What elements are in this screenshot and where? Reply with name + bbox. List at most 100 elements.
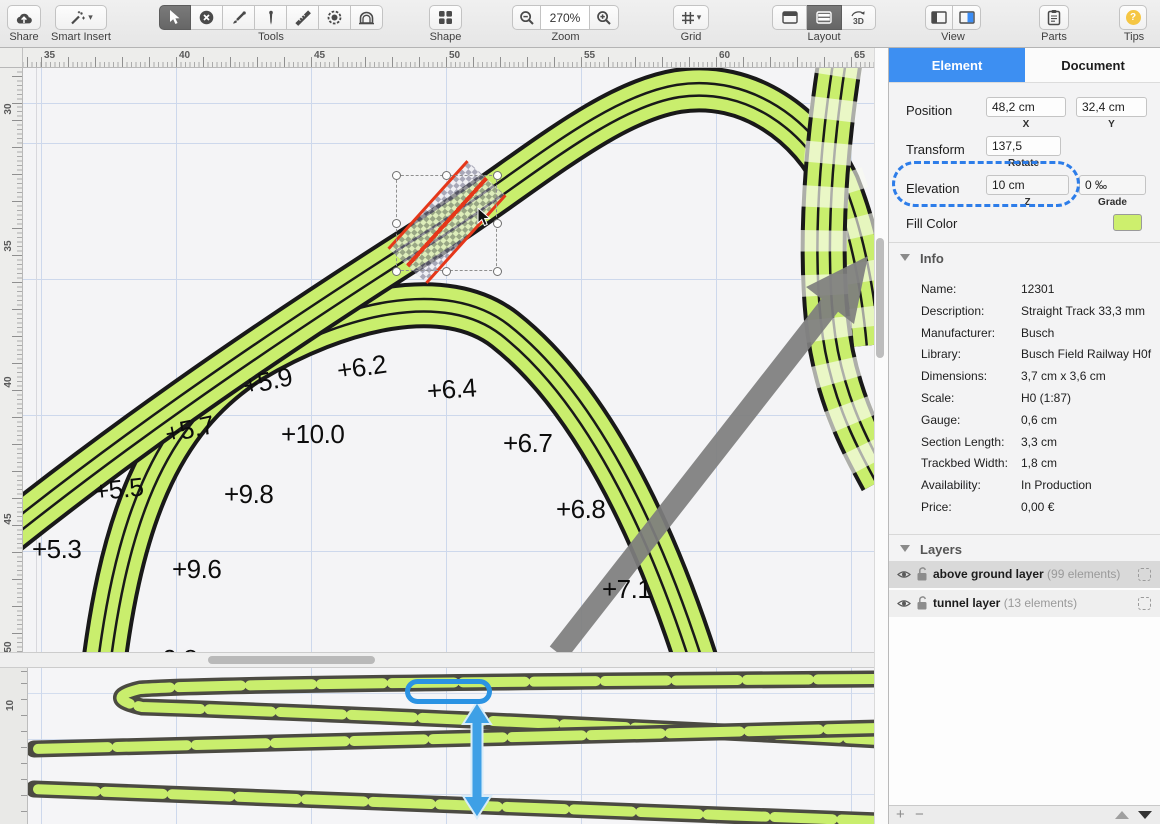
shape-button[interactable] — [429, 5, 462, 30]
move-layer-down-button[interactable] — [1138, 811, 1152, 819]
ruler-number: 40 — [3, 374, 17, 390]
ruler-number: 65 — [854, 50, 865, 61]
elevation-drag-arrow[interactable] — [463, 702, 491, 818]
parts-button[interactable] — [1039, 5, 1069, 30]
position-x-input[interactable] — [986, 97, 1066, 117]
ruler-corner — [0, 48, 23, 68]
horizontal-scrollbar-thumb[interactable] — [208, 656, 375, 664]
info-disclosure-triangle[interactable] — [900, 254, 910, 261]
layout-3d-button[interactable]: 3D — [842, 5, 876, 30]
info-value: 3,3 cm — [1021, 435, 1057, 449]
elevation-label: +7.1 — [602, 574, 651, 605]
tab-document[interactable]: Document — [1025, 48, 1160, 83]
measure-tool-button[interactable] — [287, 5, 319, 30]
tools-group: Tools — [159, 0, 383, 48]
layout-label: Layout — [772, 31, 876, 43]
eye-icon[interactable] — [897, 598, 911, 609]
position-label: Position — [906, 103, 952, 118]
unlock-icon[interactable] — [916, 566, 929, 582]
add-layer-button[interactable]: + — [896, 806, 905, 823]
info-row: Scale: H0 (1:87) — [889, 387, 1160, 409]
panel-bottom-bar: + − — [889, 805, 1160, 824]
eyedropper-tool-button[interactable] — [255, 5, 287, 30]
view-left-panel-button[interactable] — [925, 5, 953, 30]
divider — [889, 242, 1160, 243]
selection-handle[interactable] — [392, 219, 401, 228]
layers-disclosure-triangle[interactable] — [900, 545, 910, 552]
select-tool-button[interactable] — [159, 5, 191, 30]
window-top-bar-icon — [782, 11, 798, 24]
grade-input[interactable] — [1079, 175, 1146, 195]
magic-wand-icon — [69, 10, 86, 26]
profile-track-band — [34, 728, 874, 749]
info-row: Section Length: 3,3 cm — [889, 431, 1160, 453]
layout-single-button[interactable] — [772, 5, 807, 30]
layer-name: above ground layer (99 elements) — [933, 567, 1120, 581]
info-label: Section Length: — [921, 435, 1004, 449]
unlock-icon[interactable] — [916, 595, 929, 611]
layer-color-placeholder[interactable] — [1138, 568, 1151, 581]
ruler-number: 60 — [719, 50, 730, 61]
move-layer-up-button[interactable] — [1115, 811, 1129, 819]
circular-saw-icon — [326, 10, 343, 25]
selected-profile-segment[interactable] — [405, 679, 492, 704]
tips-button[interactable]: ? — [1119, 5, 1147, 30]
layer-row-above-ground[interactable]: above ground layer (99 elements) — [889, 561, 1160, 588]
ruler-number: 35 — [44, 50, 55, 61]
eye-icon[interactable] — [897, 569, 911, 580]
delete-tool-button[interactable] — [191, 5, 223, 30]
selection-handle[interactable] — [392, 171, 401, 180]
tab-element[interactable]: Element — [889, 48, 1025, 83]
elevation-z-input[interactable] — [986, 175, 1069, 195]
mouse-cursor-icon — [477, 208, 492, 227]
ruler-number: 10 — [5, 695, 19, 711]
smart-insert-button[interactable]: ▾ — [55, 5, 107, 30]
layer-name: tunnel layer (13 elements) — [933, 596, 1077, 610]
right-sidebar-icon — [959, 11, 975, 24]
layer-row-tunnel[interactable]: tunnel layer (13 elements) — [889, 590, 1160, 617]
track-plan-drawing — [23, 68, 874, 652]
grid-button[interactable]: ▾ — [673, 5, 709, 30]
selection-handle[interactable] — [493, 267, 502, 276]
zoom-in-button[interactable] — [590, 5, 619, 30]
info-value: H0 (1:87) — [1021, 391, 1071, 405]
cut-tool-button[interactable] — [319, 5, 351, 30]
stacked-rows-icon — [816, 11, 832, 24]
ruler-number: 55 — [584, 50, 595, 61]
zoom-level-field[interactable]: 270% — [541, 5, 590, 30]
fill-color-label: Fill Color — [906, 216, 957, 231]
layout-rows-button[interactable] — [807, 5, 842, 30]
info-row: Gauge: 0,6 cm — [889, 409, 1160, 431]
view-right-panel-button[interactable] — [953, 5, 981, 30]
tunnel-tool-button[interactable] — [351, 5, 383, 30]
info-label: Library: — [921, 347, 961, 361]
y-caption: Y — [1076, 119, 1147, 130]
shapes-grid-icon — [438, 10, 453, 25]
tips-group: ? Tips — [1115, 0, 1153, 48]
eyedropper-icon — [266, 10, 276, 26]
grid-label: Grid — [673, 31, 709, 43]
share-button[interactable] — [7, 5, 41, 30]
info-label: Trackbed Width: — [921, 456, 1008, 470]
info-row: Availability: In Production — [889, 474, 1160, 496]
selection-handle[interactable] — [493, 171, 502, 180]
pane-splitter[interactable] — [0, 652, 888, 668]
info-value: Straight Track 33,3 mm — [1021, 304, 1145, 318]
zoom-out-button[interactable] — [512, 5, 541, 30]
position-y-input[interactable] — [1076, 97, 1147, 117]
selection-handle[interactable] — [442, 267, 451, 276]
track-plan-viewport[interactable]: +5.9 +6.2 +6.4 +5.7 +10.0 +6.7 +5.5 +9.8… — [23, 68, 874, 652]
fill-color-swatch[interactable] — [1113, 214, 1142, 231]
vertical-scrollbar-thumb[interactable] — [876, 238, 884, 358]
selection-handle[interactable] — [442, 171, 451, 180]
elevation-profile-viewport[interactable] — [28, 668, 874, 824]
selection-handle[interactable] — [493, 219, 502, 228]
selection-handle[interactable] — [392, 267, 401, 276]
rotate-input[interactable] — [986, 136, 1061, 156]
info-value: 1,8 cm — [1021, 456, 1057, 470]
paint-tool-button[interactable] — [223, 5, 255, 30]
layer-color-placeholder[interactable] — [1138, 597, 1151, 610]
tunnel-icon — [358, 10, 375, 25]
grid-group: ▾ Grid — [673, 0, 709, 48]
remove-layer-button[interactable]: − — [915, 806, 924, 823]
